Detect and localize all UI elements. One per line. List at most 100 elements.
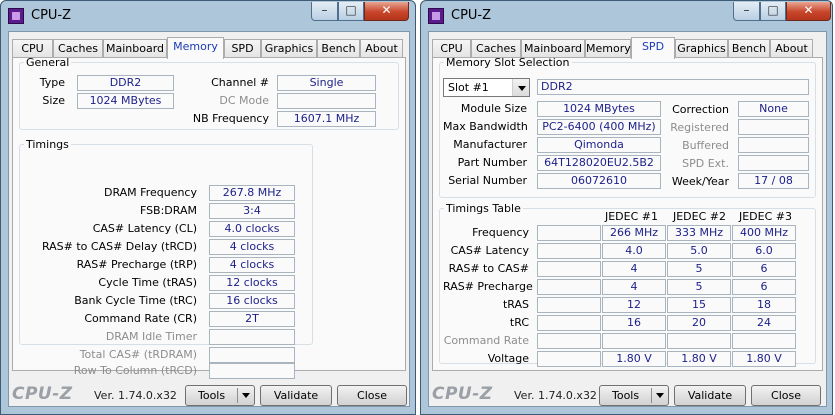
tools-button[interactable]: Tools [185,385,255,406]
trc-blank-cell [537,315,601,331]
memory-slot-selection-legend: Memory Slot Selection [446,56,570,69]
part-number-label: Part Number [457,156,527,169]
channel-label: Channel # [211,76,269,89]
cas-latency-jedec-2: 5.0 [667,243,731,259]
fsb-dram-label: FSB:DRAM [139,204,197,217]
ras-to-cas-jedec-3: 6 [732,261,796,277]
tools-button[interactable]: Tools [599,385,669,406]
frequency-jedec-2: 333 MHz [667,225,731,241]
trc-jedec-1: 16 [602,315,666,331]
command-rate-jedec-3 [732,333,796,349]
cas-latency-label: CAS# Latency (CL) [92,222,197,235]
validate-button[interactable]: Validate [674,385,746,406]
voltage-jedec-2: 1.80 V [667,351,731,367]
dropdown-arrow-icon[interactable] [242,393,250,398]
week-year-label: Week/Year [671,175,729,188]
spd-ext-value [738,155,809,171]
version-label: Ver. 1.74.0.x32 [94,389,177,402]
module-size-label: Module Size [460,102,527,115]
bank-cycle-time-label: Bank Cycle Time (tRC) [74,294,197,307]
nb-frequency-value: 1607.1 MHz [277,111,376,127]
title-bar[interactable]: CPU-Z – □ ✕ [421,1,832,31]
jedec-3-header: JEDEC #3 [738,210,792,223]
chevron-down-icon[interactable] [512,79,529,96]
cycle-time-label: Cycle Time (tRAS) [98,276,197,289]
row-to-column-label: Row To Column (tRCD) [73,364,197,377]
cas-latency-blank-cell [537,243,601,259]
total-cas-value [209,347,295,363]
ras-to-cas-jedec-1: 4 [602,261,666,277]
manufacturer-label: Manufacturer [453,138,527,151]
tools-button-label: Tools [612,389,640,402]
jedec-2-header: JEDEC #2 [672,210,726,223]
buffered-label: Buffered [682,139,729,152]
cpuz-app-icon [428,8,444,24]
nb-frequency-label: NB Frequency [192,112,269,125]
cpuz-brand-logo: CPU-Z [432,384,493,404]
dram-frequency-value: 267.8 MHz [209,185,295,201]
minimize-button[interactable]: – [733,2,760,21]
maximize-button[interactable]: □ [760,2,786,21]
registered-value [738,119,809,135]
footer-bar: CPU-Z Ver. 1.74.0.x32 Tools Validate Clo… [9,380,409,410]
dropdown-arrow-icon[interactable] [656,393,664,398]
validate-button[interactable]: Validate [260,385,332,406]
ras-precharge-label: RAS# Precharge [443,280,533,293]
cas-latency-label: CAS# Latency [450,244,529,257]
timings-table-legend: Timings Table [446,202,521,215]
timings-legend: Timings [26,138,69,151]
correction-label: Correction [672,103,729,116]
command-rate-label: Command Rate [443,334,529,347]
dc-mode-value [277,93,376,109]
tras-jedec-1: 12 [602,297,666,313]
ras-precharge-label: RAS# Precharge (tRP) [76,258,197,271]
voltage-label: Voltage [487,352,529,365]
version-label: Ver. 1.74.0.x32 [514,389,597,402]
ras-to-cas-label: RAS# to CAS# [448,262,529,275]
voltage-blank-cell [537,351,601,367]
slot-select[interactable]: Slot #1 [443,78,530,97]
type-label: Type [39,76,65,89]
client-area: CPU Caches Mainboard Memory SPD Graphics… [8,31,410,407]
frequency-label: Frequency [472,226,529,239]
tab-memory[interactable]: Memory [167,37,224,59]
ras-precharge-jedec-2: 5 [667,279,731,295]
channel-value: Single [277,75,376,91]
dram-idle-timer-label: DRAM Idle Timer [105,330,197,343]
ras-to-cas-label: RAS# to CAS# Delay (tRCD) [41,240,197,253]
trc-jedec-2: 20 [667,315,731,331]
tools-separator [237,388,238,403]
footer-bar: CPU-Z Ver. 1.74.0.x32 Tools Validate Clo… [429,380,826,410]
ras-to-cas-jedec-2: 5 [667,261,731,277]
dc-mode-label: DC Mode [219,94,269,107]
ras-to-cas-blank-cell [537,261,601,277]
cas-latency-value: 4.0 clocks [209,221,295,237]
command-rate-label: Command Rate (CR) [84,312,197,325]
command-rate-value: 2T [209,311,295,327]
tras-jedec-3: 18 [732,297,796,313]
window-title: CPU-Z [451,8,492,23]
dram-idle-timer-value [209,329,295,345]
close-button[interactable]: Close [751,385,821,406]
ras-to-cas-value: 4 clocks [209,239,295,255]
memory-tab-page: General Type DDR2 Size 1024 MBytes Chann… [12,56,406,379]
week-year-value: 17 / 08 [738,173,809,189]
cpuz-window-memory: CPU-Z – □ ✕ CPU Caches Mainboard Memory … [0,0,416,415]
frequency-jedec-1: 266 MHz [602,225,666,241]
cas-latency-jedec-3: 6.0 [732,243,796,259]
maximize-button[interactable]: □ [338,2,364,21]
correction-value: None [738,101,809,117]
cpuz-window-spd: CPU-Z – □ ✕ CPU Caches Mainboard Memory … [420,0,833,415]
spd-tab-page: Memory Slot Selection Slot #1 DDR2 Modul… [432,56,823,371]
size-value: 1024 MBytes [77,93,174,109]
close-window-button[interactable]: ✕ [364,2,409,21]
window-title: CPU-Z [31,8,72,23]
minimize-button[interactable]: – [311,2,338,21]
close-window-button[interactable]: ✕ [786,2,831,21]
jedec-1-header: JEDEC #1 [604,210,658,223]
size-label: Size [42,94,65,107]
close-button[interactable]: Close [337,385,407,406]
tools-separator [651,388,652,403]
tab-spd[interactable]: SPD [631,37,675,59]
title-bar[interactable]: CPU-Z – □ ✕ [1,1,415,31]
